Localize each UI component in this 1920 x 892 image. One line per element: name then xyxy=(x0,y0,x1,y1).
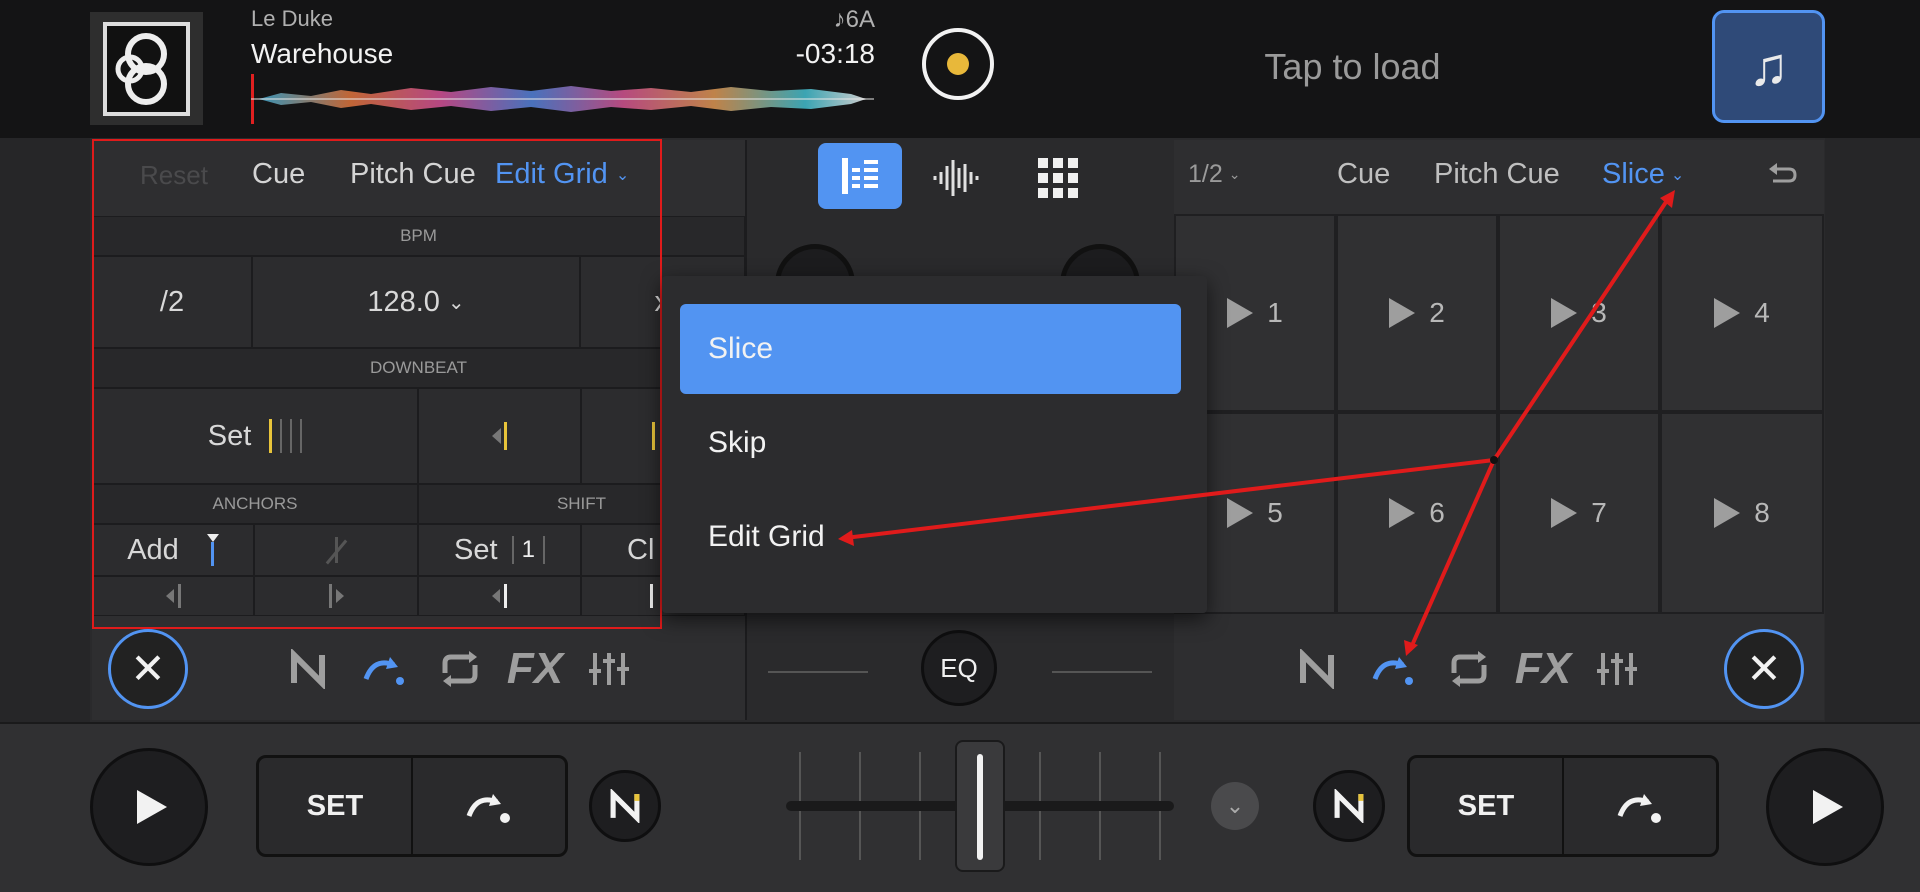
right-neural-mix-button[interactable] xyxy=(1313,770,1385,842)
left-set-button[interactable]: SET xyxy=(259,758,413,854)
skip-icon xyxy=(1617,794,1661,823)
right-skip-cue-button[interactable] xyxy=(1564,758,1716,854)
left-neural-mix-button[interactable] xyxy=(589,770,661,842)
crossfader-options-button[interactable]: ⌄ xyxy=(1211,782,1259,830)
neural-mix-icon xyxy=(610,789,640,823)
left-skip-cue-button[interactable] xyxy=(413,758,565,854)
left-cue-group: SET xyxy=(256,755,568,857)
arrow-head-skip-tool xyxy=(1404,640,1418,656)
crossfader-handle[interactable] xyxy=(955,740,1005,872)
arrow-origin-dot xyxy=(1490,456,1498,464)
right-set-button[interactable]: SET xyxy=(1410,758,1564,854)
play-icon xyxy=(137,790,167,824)
play-icon xyxy=(1813,790,1843,824)
right-play-button[interactable] xyxy=(1766,748,1884,866)
right-cue-group: SET xyxy=(1407,755,1719,857)
skip-icon xyxy=(466,794,510,823)
right-set-label: SET xyxy=(1457,789,1515,822)
left-play-button[interactable] xyxy=(90,748,208,866)
arrow-head-edit-grid xyxy=(838,530,854,546)
left-set-label: SET xyxy=(306,789,364,822)
chevron-down-icon: ⌄ xyxy=(1225,793,1245,818)
neural-mix-icon xyxy=(1334,789,1364,823)
